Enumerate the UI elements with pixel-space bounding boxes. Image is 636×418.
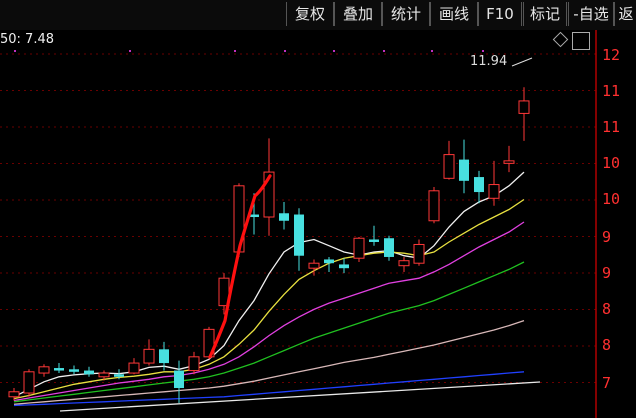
candle-body [339, 264, 349, 269]
toolbar-button-0[interactable]: 复权 [286, 2, 334, 26]
candle-body [69, 369, 79, 372]
toolbar-button-7[interactable]: 返 [614, 2, 636, 26]
price-tag-pointer [511, 57, 533, 67]
price-axis-label: 9 [602, 228, 612, 246]
candle-body [8, 391, 20, 398]
toolbar-button-4[interactable]: F10 [478, 2, 522, 26]
price-axis-label: 11 [602, 82, 621, 100]
price-tag: 11.94 [470, 54, 508, 69]
candle-body [398, 260, 410, 267]
candle-body [159, 349, 169, 364]
candle-body [128, 362, 140, 374]
candle-body [459, 159, 469, 181]
price-axis-label: 9 [602, 264, 612, 282]
candle-body [143, 348, 155, 364]
candle-body [428, 190, 440, 222]
candle-body [488, 184, 500, 199]
candle-body [353, 237, 365, 259]
candle-body [279, 213, 289, 221]
candle-body [23, 371, 35, 394]
period-marker [14, 50, 16, 52]
toolbar-button-5[interactable]: 标记 [523, 2, 567, 26]
candle-body [114, 374, 124, 377]
price-axis-label: 8 [602, 300, 612, 318]
price-axis-label: 7 [602, 374, 612, 392]
period-marker [482, 50, 484, 52]
toolbar: 复权 叠加 统计 画线 F10 标记 -自选返 [0, 0, 636, 30]
candle-body [98, 372, 110, 378]
period-marker [234, 50, 236, 52]
toolbar-button-3[interactable]: 画线 [430, 2, 478, 26]
toolbar-button-6[interactable]: -自选 [568, 2, 614, 26]
candle-body [174, 370, 184, 389]
candle-body [474, 177, 484, 193]
period-marker [129, 50, 131, 52]
candle-body [369, 239, 379, 242]
candlestick-chart[interactable] [0, 30, 597, 418]
candle-body [54, 368, 64, 371]
period-marker [431, 50, 433, 52]
period-marker [383, 50, 385, 52]
candle-body [503, 160, 515, 164]
candle-body [38, 366, 50, 374]
price-axis-label: 11 [602, 118, 621, 136]
candle-body [294, 214, 304, 256]
price-axis-label: 8 [602, 336, 612, 354]
moving-average-line [13, 261, 525, 403]
price-axis-label: 10 [602, 154, 621, 172]
price-axis-label: 10 [602, 190, 621, 208]
candle-body [413, 243, 425, 264]
candle-body [324, 259, 334, 264]
period-marker [333, 50, 335, 52]
candle-body [384, 238, 394, 257]
long-term-average-line [59, 381, 541, 412]
price-axis-label: 12 [602, 46, 621, 64]
candle-body [188, 356, 200, 372]
toolbar-button-2[interactable]: 统计 [382, 2, 430, 26]
candle-body [84, 370, 94, 375]
candle-body [443, 154, 455, 179]
moving-average-line [13, 371, 525, 407]
toolbar-button-1[interactable]: 叠加 [334, 2, 382, 26]
axis-toggle-box[interactable] [572, 32, 590, 50]
candle-body [518, 100, 530, 114]
period-marker [284, 50, 286, 52]
candle-body [308, 262, 320, 269]
